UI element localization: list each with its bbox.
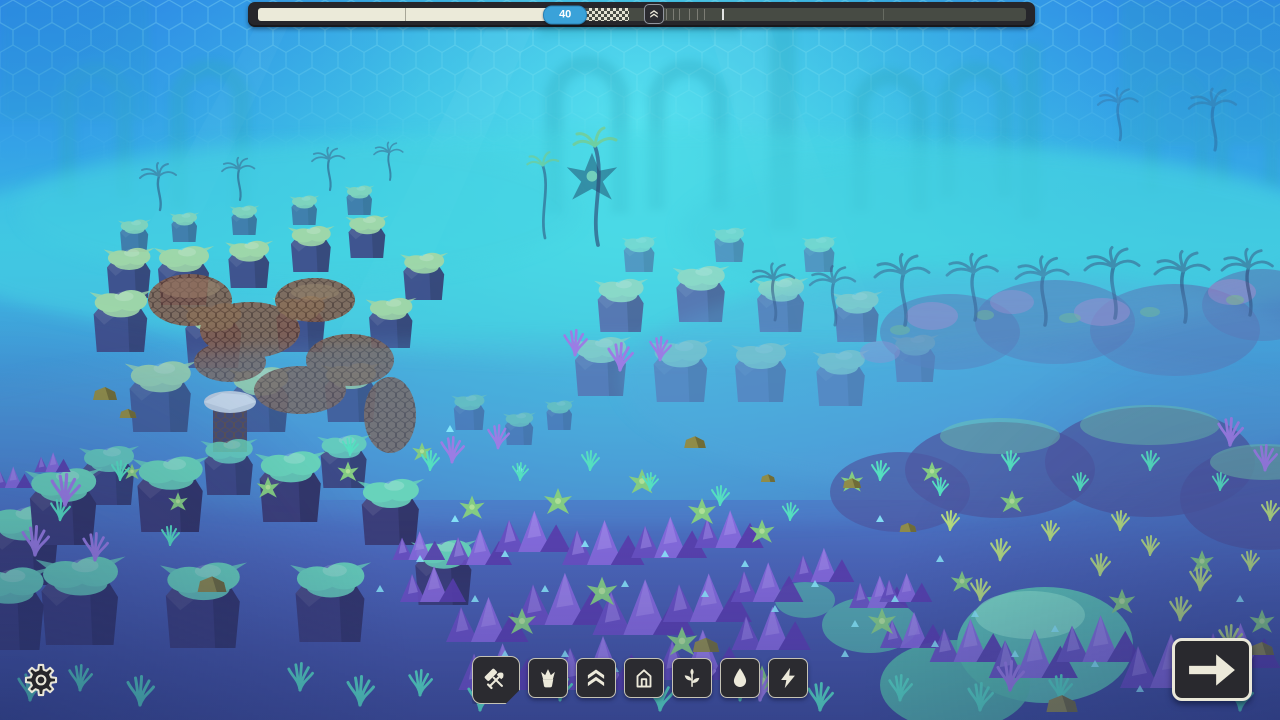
game-screen: 40 [0,0,1280,720]
progress-bar: 40 [248,2,1035,27]
progress-tick [679,9,680,20]
lightning-icon [775,665,801,691]
toolbar-upgrade-button[interactable] [576,658,616,698]
progress-track[interactable]: 40 [258,8,1026,21]
progress-tick [666,9,667,20]
toolbar-water-button[interactable] [720,658,760,698]
collapse-bar-button[interactable] [644,4,664,24]
progress-tick [405,8,406,21]
double-chevron-up-icon [583,665,609,691]
game-world-viewport[interactable] [0,0,1280,720]
gear-icon [22,661,60,699]
double-chevron-up-icon [648,8,660,20]
toolbar-farming-button[interactable] [672,658,712,698]
house-icon [631,665,657,691]
toolbar-power-button[interactable] [768,658,808,698]
toolbar-housing-button[interactable] [624,658,664,698]
water-drop-icon [727,665,753,691]
hammer-shovel-icon [481,665,511,695]
arrow-right-icon [1187,652,1237,688]
progress-dither [586,8,629,21]
progress-value-badge: 40 [543,5,587,24]
toolbar-wonder-button[interactable] [528,658,568,698]
progress-tick [704,9,705,20]
progress-tick [673,9,674,20]
plant-icon [679,665,705,691]
next-turn-button[interactable] [1172,638,1252,701]
progress-tick [689,9,690,20]
toolbar-build-button[interactable] [472,656,520,704]
crown-bowl-icon [535,665,561,691]
progress-tick [697,9,698,20]
settings-button[interactable] [20,660,62,702]
build-toolbar [472,656,808,704]
progress-tick [722,9,724,20]
progress-tick [883,9,884,20]
progress-fill [258,8,565,21]
